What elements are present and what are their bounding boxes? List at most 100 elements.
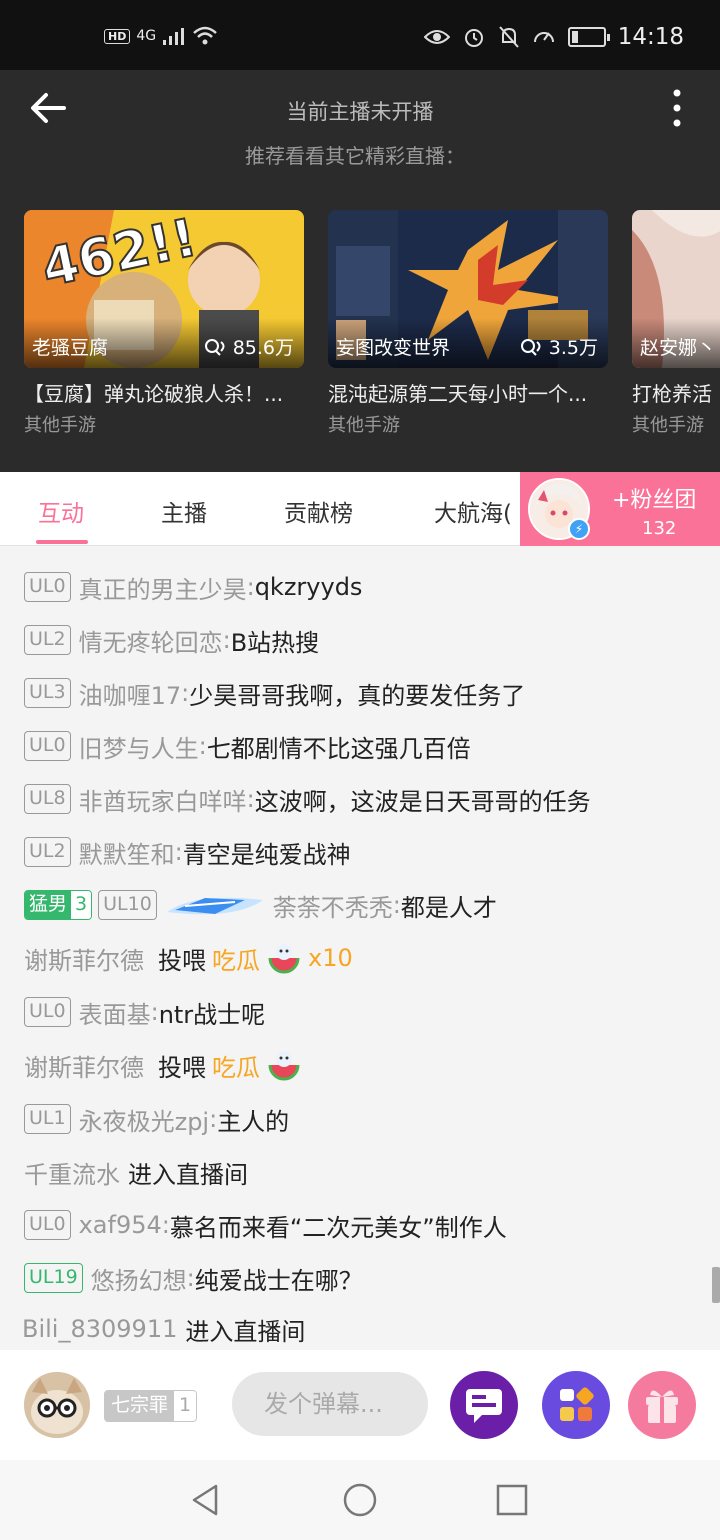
chat-username[interactable]: 油咖喱17 <box>79 676 182 711</box>
fan-club-count: 132 <box>642 518 677 539</box>
enter-text: 进入直播间 <box>185 1317 306 1346</box>
battery-icon <box>567 27 610 47</box>
user-level-badge: UL19 <box>24 1263 83 1293</box>
watermelon-gift-icon <box>268 944 300 974</box>
tab-streamer[interactable]: 主播 <box>161 494 207 528</box>
recommendation-category: 其他手游 <box>632 415 704 436</box>
system-nav-bar <box>0 1460 720 1540</box>
user-level-badge: UL0 <box>24 572 71 602</box>
recommendation-category: 其他手游 <box>24 415 96 436</box>
speed-icon <box>533 32 554 43</box>
nav-home-icon[interactable] <box>342 1482 378 1518</box>
message-button[interactable] <box>450 1371 518 1439</box>
chat-message: UL2 情无疼轮回恋 : B站热搜 <box>24 620 319 660</box>
chat-username[interactable]: 千重流水 <box>24 1155 120 1190</box>
viewers-icon <box>520 338 541 356</box>
nav-back-icon[interactable] <box>188 1482 224 1518</box>
chat-separator: : <box>161 1211 170 1239</box>
network-type: 4G <box>136 28 157 44</box>
chat-text: qkzryyds <box>254 573 363 601</box>
chat-bubble-icon <box>466 1389 502 1423</box>
chat-username[interactable]: xaf954 <box>79 1211 162 1239</box>
chat-username[interactable]: Bili_8309911 <box>22 1315 177 1343</box>
clock: 14:18 <box>617 24 684 50</box>
tab-guard[interactable]: 大航海( <box>434 494 512 528</box>
offline-title: 当前主播未开播 <box>286 100 434 124</box>
user-level-badge: UL8 <box>24 784 71 814</box>
chat-list[interactable]: UL0 真正的男主少昊 : qkzryyds UL2 情无疼轮回恋 : B站热搜… <box>0 547 720 1350</box>
chat-text: 都是人才 <box>400 893 497 922</box>
chat-message: UL0 表面基 : ntr战士呢 <box>24 992 265 1032</box>
fan-club-button[interactable]: ⚡ +粉丝团 132 <box>520 472 720 546</box>
gift-name: 吃瓜 <box>212 946 260 975</box>
enter-message: 千重流水 进入直播间 <box>24 1152 248 1192</box>
recommendation-thumbnail: 462!! 老骚豆腐 85.6万 <box>24 210 304 368</box>
chat-text: B站热搜 <box>230 628 320 657</box>
chat-message: UL3 油咖喱17 : 少昊哥哥我啊，真的要发任务了 <box>24 673 525 713</box>
alarm-icon <box>464 29 483 47</box>
chat-username[interactable]: 真正的男主少昊 <box>79 570 247 605</box>
gift-message: 谢斯菲尔德 投喂 吃瓜 <box>24 1045 302 1085</box>
network-indicators: HD 4G <box>104 26 218 46</box>
status-bar: HD 4G 14:18 <box>0 0 720 70</box>
chat-scrollbar[interactable] <box>712 1267 720 1303</box>
recommendation-category: 其他手游 <box>328 415 400 436</box>
user-level-badge: UL3 <box>24 678 71 708</box>
my-avatar[interactable] <box>24 1372 90 1438</box>
recommendation-uploader: 妄图改变世界 <box>336 337 451 359</box>
chat-username[interactable]: 旧梦与人生 <box>79 729 199 764</box>
recommendation-card[interactable]: 赵安娜丶 打枪养活 其他手游 <box>632 210 720 437</box>
chat-username[interactable]: 默默笙和 <box>79 835 175 870</box>
chat-username[interactable]: 悠扬幻想 <box>91 1261 187 1296</box>
gift-button[interactable] <box>628 1371 696 1439</box>
chat-username[interactable]: 情无疼轮回恋 <box>79 623 223 658</box>
gift-box-icon <box>646 1390 678 1423</box>
fan-medal-name: 猛男 <box>25 891 72 919</box>
apps-button[interactable] <box>542 1371 610 1439</box>
chat-separator: : <box>209 1105 218 1133</box>
chat-text: 青空是纯爱战神 <box>182 840 351 869</box>
chat-text: 纯爱战士在哪？ <box>194 1266 363 1295</box>
user-level-badge: UL0 <box>24 731 71 761</box>
more-options-icon[interactable] <box>672 88 682 128</box>
chat-username[interactable]: 表面基 <box>79 995 151 1030</box>
recommendation-uploader: 老骚豆腐 <box>32 337 109 359</box>
user-level-badge: UL2 <box>24 625 71 655</box>
danmaku-input[interactable]: 发个弹幕... <box>232 1372 428 1436</box>
chat-message: UL0 旧梦与人生 : 七都剧情不比这强几百倍 <box>24 726 471 766</box>
apps-icon <box>560 1387 594 1421</box>
nav-recents-icon[interactable] <box>494 1482 530 1518</box>
recommendation-list: 462!! 老骚豆腐 85.6万 【豆腐】弹丸论破狼人杀！... 其他手游 妄图… <box>24 210 720 440</box>
gift-message: 谢斯菲尔德 投喂 吃瓜 x10 <box>24 938 353 978</box>
input-bar: 七宗罪 1 发个弹幕... <box>0 1350 720 1460</box>
chat-text: 少昊哥哥我啊，真的要发任务了 <box>189 681 526 710</box>
fan-medal[interactable]: 猛男 3 <box>24 890 93 920</box>
my-fan-medal[interactable]: 七宗罪 1 <box>104 1390 198 1422</box>
user-level-badge: UL0 <box>24 1210 71 1240</box>
tab-interaction[interactable]: 互动 <box>38 494 84 528</box>
chat-username[interactable]: 谢斯菲尔德 <box>24 941 144 976</box>
chat-username[interactable]: 谢斯菲尔德 <box>24 1048 144 1083</box>
recommendation-card[interactable]: 462!! 老骚豆腐 85.6万 【豆腐】弹丸论破狼人杀！... 其他手游 <box>24 210 304 437</box>
chat-separator: : <box>150 998 159 1026</box>
fan-medal-level: 1 <box>174 1391 197 1421</box>
chat-username[interactable]: 荼荼不秃秃 <box>273 888 393 923</box>
chat-username[interactable]: 永夜极光zpj <box>79 1102 210 1137</box>
recommendation-card[interactable]: 妄图改变世界 3.5万 混沌起源第二天每小时一个... 其他手游 <box>328 210 608 437</box>
tab-contribution-rank[interactable]: 贡献榜 <box>284 494 353 528</box>
chat-message: UL1 永夜极光zpj : 主人的 <box>24 1099 289 1139</box>
fan-medal-name: 七宗罪 <box>105 1391 175 1421</box>
user-level-badge: UL1 <box>24 1104 71 1134</box>
chat-separator: : <box>181 679 190 707</box>
recommendation-title: 【豆腐】弹丸论破狼人杀！... <box>24 382 284 406</box>
chat-message: UL2 默默笙和 : 青空是纯爱战神 <box>24 832 351 872</box>
chat-username[interactable]: 非酋玩家白咩咩 <box>79 782 247 817</box>
user-title-badge <box>166 897 263 915</box>
fan-medal-level: 3 <box>71 891 92 919</box>
user-level-badge: UL10 <box>98 890 157 920</box>
chat-text: 慕名而来看“二次元美女”制作人 <box>169 1213 507 1242</box>
view-count: 3.5万 <box>548 337 598 359</box>
chat-message: UL19 悠扬幻想 : 纯爱战士在哪？ <box>24 1258 363 1298</box>
offline-subtitle: 推荐看看其它精彩直播： <box>245 144 465 168</box>
chat-text: ntr战士呢 <box>158 1000 266 1029</box>
